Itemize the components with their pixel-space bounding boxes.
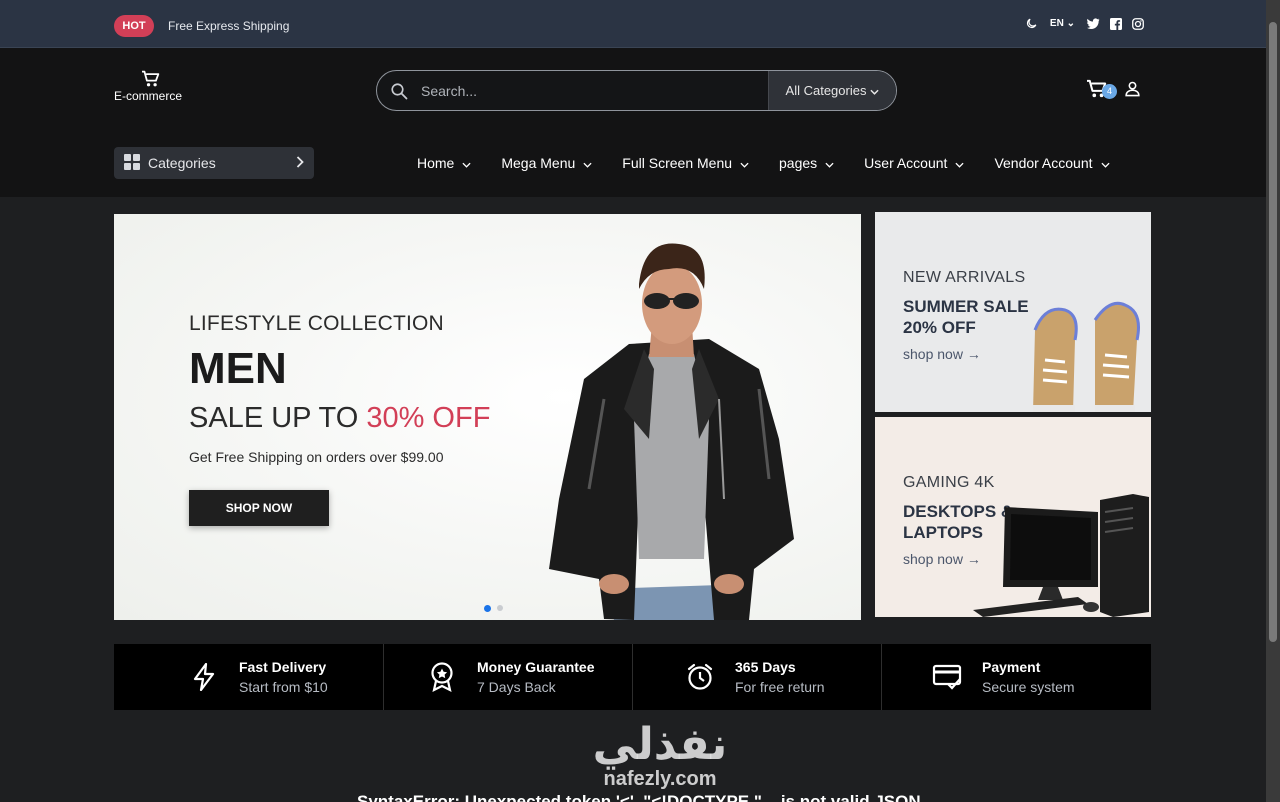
twitter-icon[interactable] [1087,17,1100,30]
site-logo[interactable]: E-commerce [114,70,188,103]
nav-item-label: pages [779,155,818,171]
shop-now-link[interactable]: shop now → [903,346,981,362]
shop-now-link-label: shop now [903,551,963,567]
nav-item-home[interactable]: Home [402,155,486,171]
shipping-promo-text: Free Express Shipping [168,19,290,33]
service-title: 365 Days [735,659,796,675]
model-in-leather-jacket-image [549,243,794,620]
moon-icon[interactable] [1025,17,1038,30]
chevron-down-icon [462,155,471,171]
banner-kicker: NEW ARRIVALS [903,269,1026,286]
user-account-icon[interactable] [1124,80,1141,102]
hero-slider: LIFESTYLE COLLECTION MEN SALE UP TO 30% … [114,214,861,620]
banner-kicker: GAMING 4K [903,474,995,491]
service-money-guarantee: Money Guarantee 7 Days Back [384,644,633,710]
slider-dots [484,604,503,612]
language-selector[interactable]: EN ⌄ [1050,18,1075,29]
scrollbar[interactable] [1266,0,1280,802]
slider-dot[interactable] [497,605,503,611]
shop-now-button[interactable]: SHOP NOW [189,490,329,526]
watermark-arabic: نفذلي [592,719,728,770]
chevron-down-icon [583,155,592,171]
nav-item-label: Vendor Account [994,155,1093,171]
hero-eyebrow: LIFESTYLE COLLECTION [189,312,444,335]
search-input[interactable] [421,71,768,110]
chevron-down-icon [1100,155,1110,171]
language-label: EN [1049,18,1064,29]
nav-item-full-screen-menu[interactable]: Full Screen Menu [607,155,764,171]
service-subtitle: Start from $10 [239,679,328,695]
service-text: Money Guarantee 7 Days Back [477,659,594,695]
lightning-icon [184,657,224,697]
hero-title: MEN [189,344,287,393]
promo-banner-gaming[interactable]: GAMING 4K DESKTOPS & LAPTOPS shop now → [875,417,1151,617]
instagram-icon[interactable] [1132,17,1144,30]
nav-item-vendor-account[interactable]: Vendor Account [979,155,1124,171]
service-payment: Payment Secure system [882,644,1151,710]
service-subtitle: Secure system [982,679,1075,695]
service-365-days: 365 Days For free return [633,644,882,710]
award-badge-icon [422,657,462,697]
grid-icon [124,153,140,173]
service-subtitle: For free return [735,679,825,695]
top-bar: HOT Free Express Shipping EN ⌄ [0,0,1266,48]
hero-shipping-note: Get Free Shipping on orders over $99.00 [189,449,444,465]
hot-badge: HOT [114,15,154,37]
scrollbar-thumb[interactable] [1269,22,1277,642]
service-title: Money Guarantee [477,659,595,675]
nav-item-label: User Account [864,155,948,171]
categories-button[interactable]: Categories [114,147,314,179]
services-strip: Fast Delivery Start from $10 Money Guara… [114,644,1151,710]
cart-logo-icon [114,70,188,88]
nav-item-mega-menu[interactable]: Mega Menu [486,155,607,171]
site-header: E-commerce All Categories 4 Categories H… [0,48,1266,197]
category-dropdown-label: All Categories [785,83,867,98]
chevron-down-icon [825,155,834,171]
nav-item-label: Full Screen Menu [622,155,733,171]
hero-sale-line: SALE UP TO 30% OFF [189,402,490,435]
categories-label: Categories [148,155,216,171]
search-bar: All Categories [376,70,897,111]
slider-dot-active[interactable] [484,604,491,612]
service-title: Fast Delivery [239,659,327,675]
service-fast-delivery: Fast Delivery Start from $10 [114,644,384,710]
nav-item-label: Home [417,155,455,171]
main-nav: Home Mega Menu Full Screen Menu pages Us… [402,147,1125,179]
watermark: نفذلي nafezly.com [560,722,760,791]
logo-text: E-commerce [114,89,183,103]
alarm-clock-icon [680,657,720,697]
category-dropdown[interactable]: All Categories [768,71,896,110]
promo-banner-summer[interactable]: NEW ARRIVALS SUMMER SALE 20% OFF shop no… [875,212,1151,412]
error-message: SyntaxError: Unexpected token '<', "<!DO… [357,792,921,802]
service-text: Fast Delivery Start from $10 [239,659,328,695]
service-subtitle: 7 Days Back [477,679,556,695]
chevron-down-icon [870,83,880,98]
chevron-down-icon [740,155,749,171]
service-title: Payment [982,659,1041,675]
service-text: 365 Days For free return [735,659,824,695]
chevron-down-icon [955,155,965,171]
banner-headline: SUMMER SALE 20% OFF [903,297,1029,337]
cart-count-badge: 4 [1102,84,1117,99]
credit-card-check-icon [927,657,967,697]
hero-sale-percent: 30% OFF [366,402,491,434]
shop-now-link[interactable]: shop now → [903,551,981,567]
nav-item-label: Mega Menu [501,155,576,171]
chevron-right-icon [296,155,304,171]
top-bar-actions: EN ⌄ [1025,17,1144,30]
sneakers-image [1033,301,1140,412]
nav-item-pages[interactable]: pages [764,155,849,171]
facebook-icon[interactable] [1110,17,1122,30]
arrow-right-icon: → [966,346,981,362]
watermark-latin: nafezly.com [603,768,717,790]
desktop-computer-image [973,494,1149,617]
nav-item-user-account[interactable]: User Account [849,155,979,171]
shop-now-link-label: shop now [903,346,963,362]
hero-sale-prefix: SALE UP TO [189,402,367,434]
search-icon [377,71,421,110]
service-text: Payment Secure system [982,659,1075,695]
